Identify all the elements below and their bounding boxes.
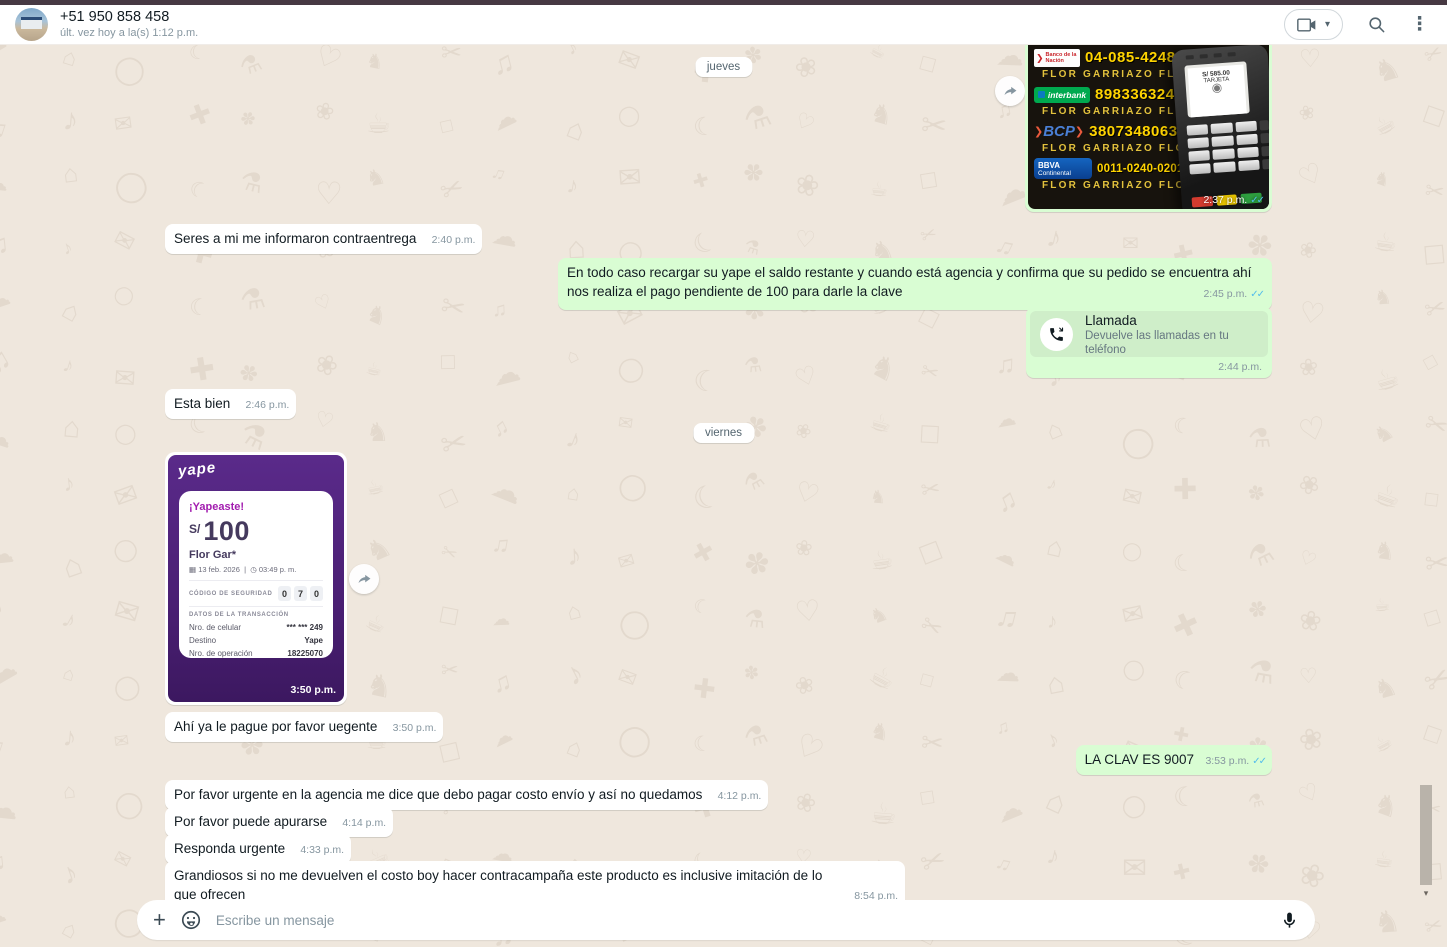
- call-title: Llamada: [1085, 312, 1258, 329]
- contact-name: +51 950 858 458: [60, 9, 198, 26]
- message-text: Por favor puede apurarse: [174, 814, 327, 829]
- contact-info[interactable]: +51 950 858 458 últ. vez hoy a la(s) 1:1…: [60, 9, 198, 40]
- payment-hour: 03:49 p. m.: [259, 565, 297, 574]
- video-camera-icon: [1297, 18, 1317, 32]
- date-separator-friday: viernes: [693, 423, 754, 443]
- video-call-button[interactable]: ▾: [1284, 9, 1343, 40]
- message-time: 4:12 p.m.: [718, 787, 762, 806]
- message-bubble-incoming[interactable]: Por favor urgente en la agencia me dice …: [165, 780, 768, 810]
- message-bubble-outgoing[interactable]: En todo caso recargar su yape el saldo r…: [558, 258, 1272, 310]
- avatar-photo: [21, 17, 42, 29]
- search-icon[interactable]: [1367, 15, 1386, 34]
- message-text: En todo caso recargar su yape el saldo r…: [567, 265, 1251, 299]
- message-text: Por favor urgente en la agencia me dice …: [174, 787, 702, 802]
- emoji-picker-icon[interactable]: [180, 909, 202, 931]
- message-time: 2:46 p.m.: [246, 396, 290, 415]
- tx-value: *** *** 249: [287, 621, 323, 634]
- forward-icon[interactable]: [995, 76, 1025, 106]
- tx-label: Nro. de celular: [189, 621, 241, 634]
- message-bubble-incoming[interactable]: Responda urgente 4:33 p.m.: [165, 834, 351, 864]
- message-composer: +: [137, 900, 1315, 940]
- message-text: Responda urgente: [174, 841, 285, 856]
- message-text: Seres a mi me informaron contraentrega: [174, 231, 416, 246]
- attach-plus-icon[interactable]: +: [153, 910, 166, 930]
- forward-icon[interactable]: [349, 564, 379, 594]
- message-image-yape-receipt[interactable]: yape ¡Yapeaste! S/ 100 Flor Gar* ▦ 13 fe…: [165, 452, 347, 705]
- currency: S/: [189, 522, 200, 536]
- message-bubble-incoming[interactable]: Esta bien 2:46 p.m.: [165, 389, 296, 419]
- security-code: 0 7 0: [278, 586, 323, 601]
- message-text: Esta bien: [174, 396, 230, 411]
- message-time: 3:53 p.m.: [1205, 752, 1249, 771]
- tx-value: Yape: [304, 634, 323, 647]
- bcp-logo: ❯BCP❯: [1034, 123, 1084, 140]
- chat-header: +51 950 858 458 últ. vez hoy a la(s) 1:1…: [0, 5, 1447, 45]
- payee-name: Flor Gar*: [189, 549, 323, 561]
- message-time: 4:33 p.m.: [300, 841, 344, 860]
- call-subtitle: Devuelve las llamadas en tu teléfono: [1085, 329, 1258, 357]
- message-text: Grandiosos si no me devuelven el costo b…: [174, 868, 822, 902]
- message-time: 2:37 p.m.: [1203, 194, 1247, 206]
- message-time: 4:14 p.m.: [342, 814, 386, 833]
- yape-logo: yape: [177, 459, 217, 480]
- microphone-icon[interactable]: [1280, 911, 1299, 930]
- pos-terminal-graphic: S/ 585.00 TARJETA ◉: [1171, 45, 1269, 209]
- clock-icon: ◷: [250, 565, 257, 574]
- contact-avatar[interactable]: [15, 8, 48, 41]
- date-separator-thursday: jueves: [695, 57, 752, 77]
- calendar-icon: ▦: [189, 565, 196, 574]
- message-time: 2:40 p.m.: [432, 231, 476, 250]
- read-receipt-icon: ✓✓: [1250, 195, 1263, 206]
- message-input[interactable]: [216, 913, 1266, 928]
- yape-title: ¡Yapeaste!: [189, 501, 323, 513]
- read-receipt-icon: ✓✓: [1252, 752, 1265, 771]
- yape-receipt-image[interactable]: yape ¡Yapeaste! S/ 100 Flor Gar* ▦ 13 fe…: [168, 455, 344, 702]
- tx-label: Destino: [189, 634, 216, 647]
- tx-label: Nro. de operación: [189, 647, 253, 660]
- message-time: 2:44 p.m.: [1218, 361, 1262, 373]
- message-bubble-incoming[interactable]: Ahí ya le pague por favor uegente 3:50 p…: [165, 712, 443, 742]
- scrollbar-thumb[interactable]: [1420, 785, 1432, 885]
- menu-icon[interactable]: ⋮: [1410, 15, 1429, 34]
- message-bubble-incoming[interactable]: Seres a mi me informaron contraentrega 2…: [165, 224, 482, 254]
- message-call-card[interactable]: Llamada Devuelve las llamadas en tu telé…: [1026, 307, 1272, 378]
- whatsapp-window: +51 950 858 458 últ. vez hoy a la(s) 1:1…: [0, 0, 1447, 947]
- amount: 100: [203, 518, 250, 545]
- message-time: 3:50 p.m.: [290, 684, 336, 696]
- message-bubble-outgoing[interactable]: LA CLAV ES 9007 3:53 p.m.✓✓: [1076, 745, 1272, 775]
- message-time: 3:50 p.m.: [393, 719, 437, 738]
- message-text: Ahí ya le pague por favor uegente: [174, 719, 377, 734]
- message-bubble-incoming[interactable]: Por favor puede apurarse 4:14 p.m.: [165, 807, 393, 837]
- bbva-logo: BBVAContinental: [1034, 158, 1092, 179]
- payment-date: 13 feb. 2026: [198, 565, 240, 574]
- contact-last-seen: últ. vez hoy a la(s) 1:12 p.m.: [60, 26, 198, 40]
- read-receipt-icon: ✓✓: [1250, 285, 1263, 304]
- message-image-bank-accounts[interactable]: ❯Banco de la Nación 04-085-424896 FLOR G…: [1025, 45, 1272, 212]
- chat-area: ☁⌂◯☾⚗♡♞✂♫♪✉✚✽❀☕□☁⌂◯☾⚗♡♞✂♫♪✉✚✽❀☕□☁⌂◯☾⚗♡♞✂…: [0, 45, 1447, 947]
- banco-nacion-logo: ❯Banco de la Nación: [1034, 49, 1080, 67]
- callback-phone-icon: [1040, 318, 1073, 351]
- caret-down-icon: ▾: [1325, 19, 1330, 30]
- tx-value: 18225070: [287, 647, 323, 660]
- scroll-down-icon[interactable]: ▾: [1420, 888, 1432, 899]
- interbank-logo: interbank: [1034, 87, 1090, 103]
- security-code-label: CÓDIGO DE SEGURIDAD: [189, 591, 272, 597]
- bank-accounts-image[interactable]: ❯Banco de la Nación 04-085-424896 FLOR G…: [1028, 45, 1269, 209]
- transaction-data-label: DATOS DE LA TRANSACCIÓN: [189, 612, 323, 618]
- message-text: LA CLAV ES 9007: [1085, 752, 1194, 767]
- message-time: 2:45 p.m.: [1203, 285, 1247, 304]
